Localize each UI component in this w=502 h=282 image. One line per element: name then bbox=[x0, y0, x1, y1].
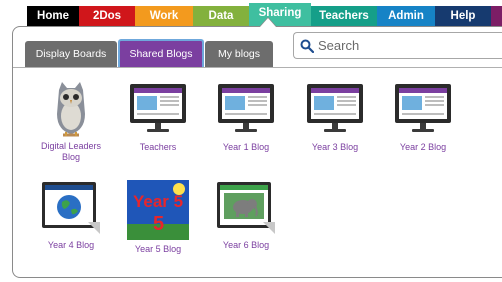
nav-tab-work[interactable]: Work bbox=[135, 6, 193, 26]
nav-tab-teachers[interactable]: Teachers bbox=[311, 6, 377, 26]
blog-label: Year 2 Blog bbox=[399, 142, 447, 152]
nav-tab-admin[interactable]: Admin bbox=[377, 6, 435, 26]
earth-document-icon bbox=[42, 182, 100, 234]
blog-label: Digital Leaders Blog bbox=[40, 141, 102, 162]
blog-label: Year 1 Blog bbox=[222, 142, 270, 152]
nav-tab-2dos[interactable]: 2Dos bbox=[79, 6, 135, 26]
blog-year-2[interactable]: Year 2 Blog bbox=[383, 84, 463, 153]
nav-tab-partial[interactable] bbox=[491, 6, 502, 26]
monitor-blog-icon bbox=[130, 84, 186, 136]
blog-tabs: Display Boards Shared Blogs My blogs bbox=[13, 37, 502, 68]
blog-year-3[interactable]: Year 3 Blog bbox=[295, 84, 375, 153]
panel-caret bbox=[260, 18, 276, 27]
blog-teachers[interactable]: Teachers bbox=[118, 84, 198, 153]
blog-year-6[interactable]: Year 6 Blog bbox=[206, 182, 286, 251]
blog-label: Year 4 Blog bbox=[47, 240, 95, 250]
year-5-image-icon: Year 5 5 bbox=[127, 180, 189, 240]
blog-label: Year 5 Blog bbox=[134, 244, 182, 254]
blog-label: Teachers bbox=[139, 142, 177, 152]
tab-shared-blogs[interactable]: Shared Blogs bbox=[118, 39, 204, 67]
blog-digital-leaders[interactable]: Digital Leaders Blog bbox=[31, 80, 111, 163]
monitor-blog-icon bbox=[218, 84, 274, 136]
elephant-document-icon bbox=[217, 182, 275, 234]
monitor-blog-icon bbox=[395, 84, 451, 136]
blog-label: Year 6 Blog bbox=[222, 240, 270, 250]
top-nav-bar: Home 2Dos Work Data Sharing Teachers Adm… bbox=[0, 0, 502, 26]
tab-display-boards[interactable]: Display Boards bbox=[25, 41, 117, 67]
nav-tab-data[interactable]: Data bbox=[193, 6, 249, 26]
svg-text:5: 5 bbox=[153, 213, 164, 235]
nav-tab-help[interactable]: Help bbox=[435, 6, 491, 26]
nav-tab-home[interactable]: Home bbox=[27, 6, 79, 26]
owl-icon bbox=[57, 82, 85, 137]
monitor-blog-icon bbox=[307, 84, 363, 136]
blog-year-1[interactable]: Year 1 Blog bbox=[206, 84, 286, 153]
tab-my-blogs[interactable]: My blogs bbox=[205, 41, 273, 67]
year-5-image-text: Year 5 bbox=[133, 192, 183, 211]
blog-year-5[interactable]: Year 5 5 Year 5 Blog bbox=[118, 180, 198, 255]
blog-year-4[interactable]: Year 4 Blog bbox=[31, 182, 111, 251]
blog-label: Year 3 Blog bbox=[311, 142, 359, 152]
